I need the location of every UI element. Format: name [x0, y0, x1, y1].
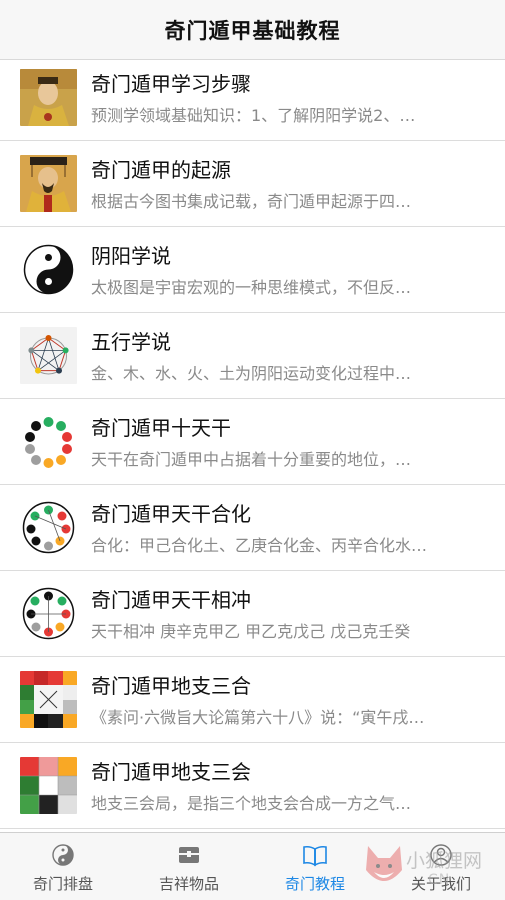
list-item-title: 五行学说 — [91, 330, 171, 354]
yellow-emperor-portrait-icon — [20, 155, 77, 212]
branch-triad-grid-icon — [20, 671, 77, 728]
list-item-stems-clash[interactable]: 奇门遁甲天干相冲 天干相冲 庚辛克甲乙 甲乙克戊己 戊己克壬癸 — [0, 571, 505, 657]
tab-label: 奇门教程 — [284, 875, 345, 893]
tab-bar: 奇门排盘 吉祥物品 奇门教程 关于我们 — [0, 832, 505, 900]
tab-label: 奇门排盘 — [32, 875, 93, 893]
tab-label: 吉祥物品 — [158, 875, 219, 893]
tab-qimen-tutorial[interactable]: 奇门教程 — [252, 833, 378, 900]
list-item-title: 奇门遁甲学习步骤 — [91, 72, 251, 96]
box-icon — [179, 847, 199, 863]
list-item-title: 奇门遁甲地支三会 — [91, 760, 251, 784]
list-item-subtitle: 《素问·六微旨大论篇第六十八》说：“寅午戌… — [91, 708, 425, 727]
list-item-ten-stems[interactable]: 奇门遁甲十天干 天干在奇门遁甲中占据着十分重要的地位，… — [0, 399, 505, 485]
list-item-subtitle: 天干在奇门遁甲中占据着十分重要的地位，… — [91, 450, 412, 469]
tab-label: 关于我们 — [410, 875, 471, 893]
list-item-branch-triad[interactable]: 奇门遁甲地支三合 《素问·六微旨大论篇第六十八》说：“寅午戌… — [0, 657, 505, 743]
ten-stems-circle-icon — [20, 413, 77, 470]
tab-lucky-items[interactable]: 吉祥物品 — [126, 833, 252, 900]
page-title: 奇门遁甲基础教程 — [164, 18, 341, 43]
list-item-title: 奇门遁甲十天干 — [91, 416, 231, 440]
list-item-subtitle: 太极图是宇宙宏观的一种思维模式，不但反… — [91, 278, 412, 297]
list-item-subtitle: 金、木、水、火、土为阴阳运动变化过程中… — [91, 364, 412, 383]
emperor-portrait-icon — [20, 69, 77, 126]
tab-qimen-chart[interactable]: 奇门排盘 — [0, 833, 126, 900]
list-item-five-elements[interactable]: 五行学说 金、木、水、火、土为阴阳运动变化过程中… — [0, 313, 505, 399]
list-item-subtitle: 预测学领域基础知识：1、了解阴阳学说2、… — [91, 106, 416, 125]
stems-combination-icon — [20, 499, 77, 556]
open-book-icon — [303, 845, 327, 867]
list-item-title: 奇门遁甲地支三合 — [91, 674, 251, 698]
list-item-stems-combination[interactable]: 奇门遁甲天干合化 合化：甲己合化土、乙庚合化金、丙辛合化水… — [0, 485, 505, 571]
list-item-title: 奇门遁甲天干相冲 — [91, 588, 251, 612]
list-item-title: 阴阳学说 — [91, 244, 171, 268]
yin-yang-icon — [52, 844, 74, 866]
nav-bar: 奇门遁甲基础教程 — [0, 0, 505, 60]
yin-yang-icon — [20, 241, 77, 298]
list-item-subtitle: 根据古今图书集成记载，奇门遁甲起源于四… — [91, 192, 412, 211]
list-item-title: 奇门遁甲的起源 — [91, 158, 231, 182]
list-item-learning-steps[interactable]: 奇门遁甲学习步骤 预测学领域基础知识：1、了解阴阳学说2、… — [0, 60, 505, 141]
list-item-subtitle: 天干相冲 庚辛克甲乙 甲乙克戊己 戊己克壬癸 — [91, 622, 411, 641]
five-elements-diagram-icon — [20, 327, 77, 384]
list-item-title: 奇门遁甲天干合化 — [91, 502, 251, 526]
tab-about-us[interactable]: 关于我们 — [378, 833, 504, 900]
branch-meeting-grid-icon — [20, 757, 77, 814]
stems-clash-icon — [20, 585, 77, 642]
list-item-branch-meeting[interactable]: 奇门遁甲地支三会 地支三会局，是指三个地支会合成一方之气… — [0, 743, 505, 829]
list-item-yin-yang[interactable]: 阴阳学说 太极图是宇宙宏观的一种思维模式，不但反… — [0, 227, 505, 313]
list-item-subtitle: 地支三会局，是指三个地支会合成一方之气… — [91, 794, 412, 813]
lesson-list[interactable]: 奇门遁甲学习步骤 预测学领域基础知识：1、了解阴阳学说2、… 奇门遁甲的起源 根… — [0, 60, 505, 832]
list-item-origin[interactable]: 奇门遁甲的起源 根据古今图书集成记载，奇门遁甲起源于四… — [0, 141, 505, 227]
list-item-subtitle: 合化：甲己合化土、乙庚合化金、丙辛合化水… — [91, 536, 428, 555]
person-icon — [430, 844, 452, 866]
